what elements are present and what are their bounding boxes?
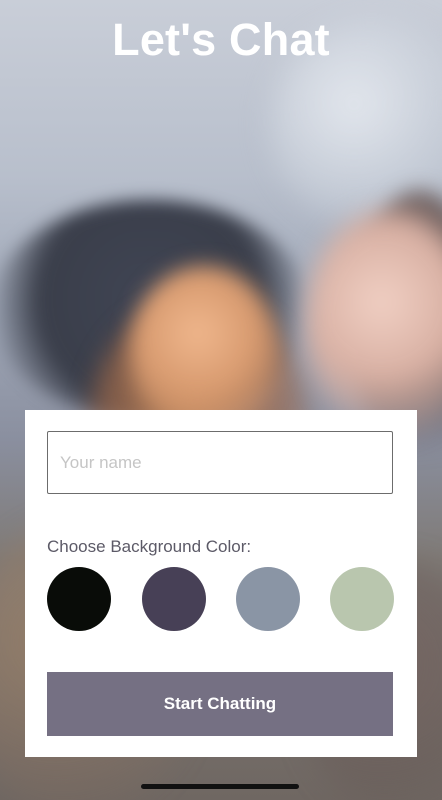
color-swatch-sage[interactable]: [330, 567, 394, 631]
home-indicator: [141, 784, 299, 789]
start-chatting-button[interactable]: Start Chatting: [47, 672, 393, 736]
name-input[interactable]: [47, 431, 393, 494]
choose-background-color-label: Choose Background Color:: [47, 537, 252, 556]
start-form-panel: Choose Background Color: Start Chatting: [25, 410, 417, 757]
color-swatch-black[interactable]: [47, 567, 111, 631]
color-swatch-purple[interactable]: [142, 567, 206, 631]
app-title: Let's Chat: [112, 14, 330, 65]
background-face-right: [305, 210, 442, 440]
color-swatch-slate[interactable]: [236, 567, 300, 631]
